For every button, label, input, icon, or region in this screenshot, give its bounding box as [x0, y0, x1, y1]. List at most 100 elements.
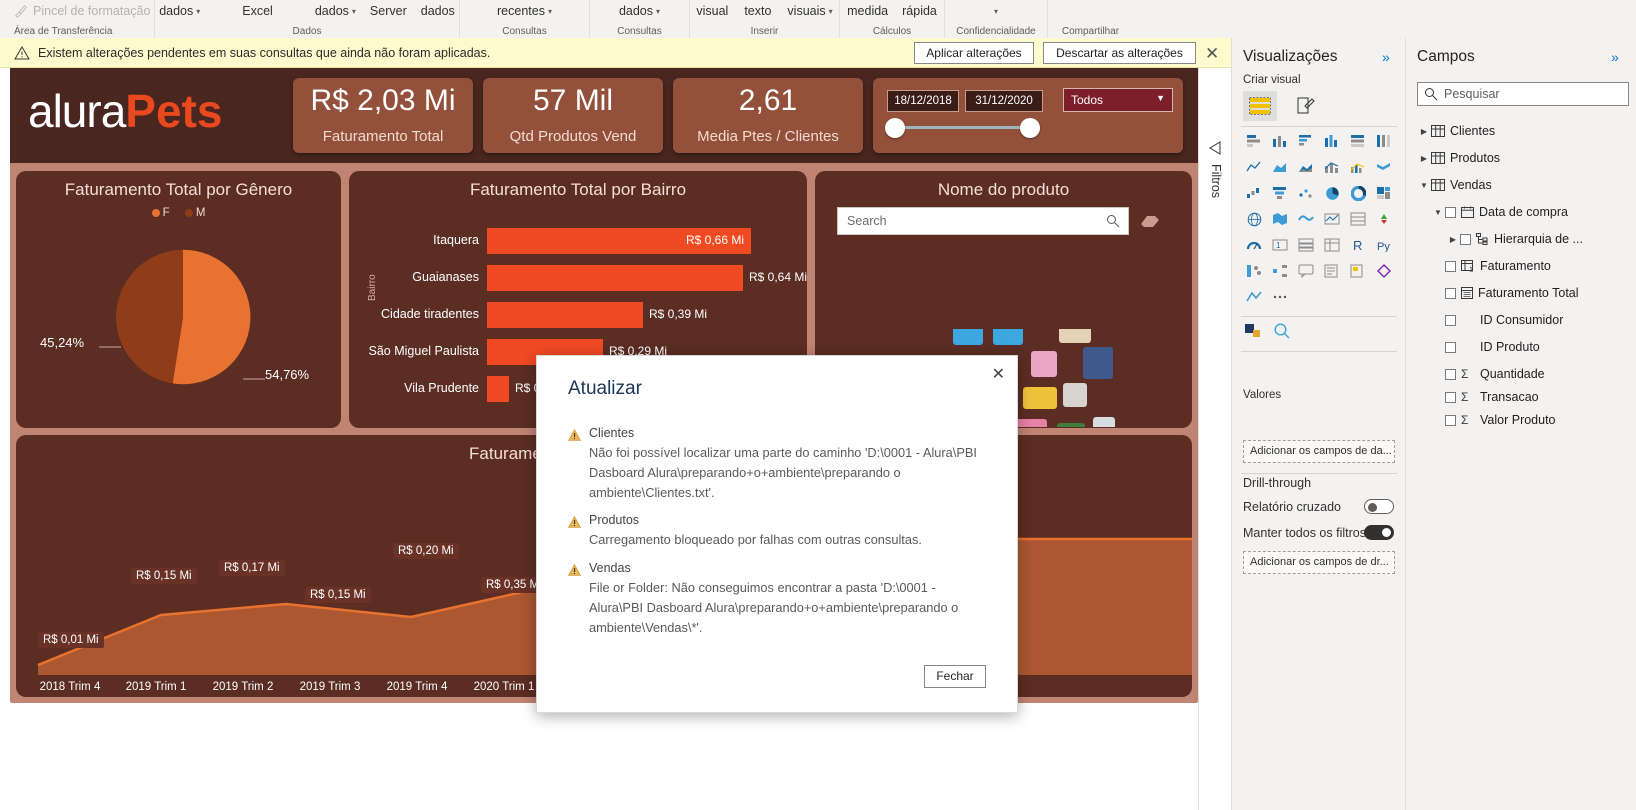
slicer-track[interactable] [891, 126, 1031, 129]
chevron-right-icon[interactable]: ▶ [1417, 127, 1431, 136]
field-table-vendas[interactable]: ▼ Vendas [1417, 174, 1492, 196]
product-tile[interactable] [1023, 387, 1057, 409]
waterfall-chart-icon[interactable] [1243, 183, 1265, 203]
build-visual-format-tab[interactable] [1288, 91, 1322, 121]
field-checkbox[interactable] [1445, 391, 1456, 403]
fields-search-input[interactable]: Pesquisar [1417, 82, 1629, 106]
chevron-right-icon[interactable]: ▶ [1446, 235, 1460, 244]
filters-rail[interactable]: Filtros [1198, 68, 1231, 810]
product-search-input[interactable]: Search [837, 207, 1129, 235]
field-item-faturamento[interactable]: Σ Faturamento [1445, 255, 1551, 277]
field-table-produtos[interactable]: ▶ Produtos [1417, 147, 1500, 169]
chevron-down-icon[interactable]: ▼ [1417, 181, 1431, 190]
clustered-bar-chart-icon[interactable] [1295, 131, 1317, 151]
bar-row[interactable]: Guaianases R$ 0,64 Mi [349, 265, 807, 291]
refresh-dialog[interactable]: Atualizar ✕ Clientes Não foi possível lo… [536, 355, 1018, 713]
pie-chart-icon[interactable] [1321, 183, 1343, 203]
apply-changes-button[interactable]: Aplicar alterações [914, 42, 1034, 64]
stacked-area-chart-icon[interactable] [1295, 157, 1317, 177]
r-script-visual-icon[interactable]: R [1347, 235, 1369, 255]
ribbon-item-medida[interactable]: medida [843, 4, 892, 18]
product-tile[interactable] [1057, 423, 1085, 427]
ribbon-item-excel[interactable]: Excel [238, 4, 277, 18]
paginated-report-icon[interactable] [1347, 261, 1369, 281]
more-visuals-icon[interactable] [1269, 287, 1291, 307]
product-tile[interactable] [1031, 351, 1057, 377]
map-icon[interactable] [1243, 209, 1265, 229]
line-and-clustered-column-chart-icon[interactable] [1347, 157, 1369, 177]
field-checkbox[interactable] [1445, 287, 1456, 299]
field-table-clientes[interactable]: ▶ Clientes [1417, 120, 1495, 142]
key-influencers-icon[interactable] [1243, 261, 1265, 281]
pie-chart-svg[interactable] [113, 247, 253, 387]
shape-map-icon[interactable] [1295, 209, 1317, 229]
field-checkbox[interactable] [1445, 414, 1456, 426]
arcgis-map-icon[interactable] [1321, 209, 1343, 229]
visual-pie-genero[interactable]: Faturamento Total por Gênero F M 45,24% … [16, 171, 341, 428]
ribbon-item-recentes[interactable]: recentes ▾ [493, 4, 556, 18]
field-item-id-consumidor[interactable]: ID Consumidor [1445, 309, 1563, 331]
legend-item-m[interactable]: M [184, 207, 205, 219]
cross-report-toggle[interactable] [1364, 499, 1394, 514]
clustered-column-chart-icon[interactable] [1321, 131, 1343, 151]
kpi-icon[interactable] [1373, 209, 1395, 229]
search-icon[interactable] [1106, 214, 1120, 228]
keep-all-filters-toggle[interactable] [1364, 525, 1394, 540]
product-tile[interactable] [1093, 417, 1115, 427]
product-tile[interactable] [1063, 383, 1087, 407]
field-checkbox[interactable] [1445, 341, 1456, 353]
field-item-data-de-compra[interactable]: ▼ Data de compra [1431, 201, 1568, 223]
bar-fill[interactable] [487, 376, 509, 402]
scatter-chart-icon[interactable] [1295, 183, 1317, 203]
slicer-handle-right[interactable] [1020, 118, 1040, 138]
bar-row[interactable]: Cidade tiradentes R$ 0,39 Mi [349, 302, 807, 328]
chevron-down-icon[interactable]: ▼ [1431, 208, 1445, 217]
product-tile[interactable] [1015, 419, 1047, 427]
ribbon-item-dados-4[interactable]: dados ▾ [615, 4, 664, 18]
bar-row[interactable]: Itaquera R$ 0,66 Mi [349, 228, 807, 254]
product-tile[interactable] [1083, 347, 1113, 379]
format-painter-button[interactable]: Pincel de formatação [14, 4, 150, 18]
field-checkbox[interactable] [1460, 233, 1471, 245]
product-tile[interactable] [993, 329, 1023, 345]
legend-item-f[interactable]: F [151, 207, 170, 219]
ribbon-item-rapida[interactable]: rápida [898, 4, 941, 18]
ribbon-item-texto[interactable]: texto [740, 4, 775, 18]
field-checkbox[interactable] [1445, 206, 1456, 218]
field-item-transacao[interactable]: Σ Transacao [1445, 386, 1539, 408]
multirow-card-icon[interactable] [1295, 235, 1317, 255]
field-checkbox[interactable] [1445, 260, 1456, 272]
power-apps-visual-icon[interactable] [1373, 261, 1395, 281]
bar-fill[interactable] [487, 302, 643, 328]
expand-fields-icon[interactable]: » [1611, 49, 1619, 65]
field-item-id-produto[interactable]: ID Produto [1445, 336, 1540, 358]
field-item-valor-produto[interactable]: Σ Valor Produto [1445, 409, 1556, 431]
kpi-card-qtd-produtos[interactable]: 57 Mil Qtd Produtos Vend [483, 78, 663, 153]
discard-changes-button[interactable]: Descartar as alterações [1043, 42, 1196, 64]
stacked-column-chart-icon[interactable] [1269, 131, 1291, 151]
ribbon-chart-icon[interactable] [1373, 157, 1395, 177]
100-stacked-bar-chart-icon[interactable] [1347, 131, 1369, 151]
clear-selection-icon[interactable] [1140, 211, 1160, 229]
stacked-bar-chart-icon[interactable] [1243, 131, 1265, 151]
category-dropdown[interactable]: Todos ▼ [1063, 88, 1173, 112]
area-chart-icon[interactable] [1269, 157, 1291, 177]
build-visual-fields-tab[interactable] [1243, 91, 1277, 121]
slicer-start-date[interactable]: 18/12/2018 [887, 90, 959, 112]
gauge-icon[interactable] [1243, 235, 1265, 255]
field-checkbox[interactable] [1445, 314, 1456, 326]
ribbon-item-dados-1[interactable]: dados ▾ [155, 4, 204, 18]
line-and-stacked-column-chart-icon[interactable] [1321, 157, 1343, 177]
chevron-down-icon[interactable]: ▾ [994, 7, 998, 16]
card-icon[interactable]: 1 [1269, 235, 1291, 255]
field-item-faturamento-total[interactable]: Faturamento Total [1445, 282, 1579, 304]
values-field-well[interactable]: Adicionar os campos de da... [1243, 440, 1395, 463]
decomposition-tree-icon[interactable] [1269, 261, 1291, 281]
smart-narrative-icon[interactable] [1321, 261, 1343, 281]
qna-icon[interactable] [1295, 261, 1317, 281]
format-visual-icon[interactable] [1243, 321, 1265, 341]
matrix-icon[interactable] [1321, 235, 1343, 255]
treemap-icon[interactable] [1373, 183, 1395, 203]
azure-map-icon[interactable] [1243, 287, 1265, 307]
product-tile[interactable] [1059, 329, 1091, 343]
